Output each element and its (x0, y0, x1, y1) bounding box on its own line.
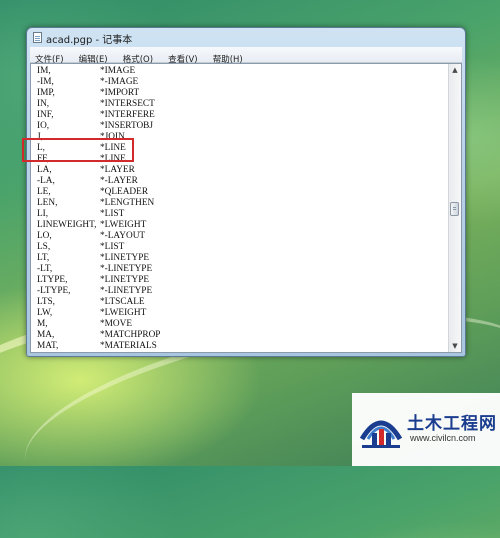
text-line: MA, *MATCHPROP (34, 330, 447, 341)
command-alias: *LINETYPE (100, 275, 150, 285)
watermark-url: www.civilcn.com (410, 433, 476, 443)
notepad-window: acad.pgp - 记事本 文件(F) 编辑(E) 格式(O) 查看(V) 帮… (26, 27, 466, 357)
notepad-app-icon[interactable] (33, 32, 42, 43)
command-alias: *LAYER (100, 165, 135, 175)
vertical-scrollbar[interactable]: ▲ ▼ (448, 64, 461, 352)
command-name: IO, (37, 121, 50, 131)
watermark-name: 土木工程网 (407, 414, 497, 434)
text-line: LO, *-LAYOUT (34, 231, 447, 242)
text-line: J, *JOIN (34, 132, 447, 143)
command-name: LS, (37, 242, 51, 252)
command-alias: *LINE (100, 154, 126, 164)
command-name: LT, (37, 253, 50, 263)
text-line: LTS, *LTSCALE (34, 297, 447, 308)
command-alias: *LTSCALE (100, 297, 145, 307)
command-name: J, (37, 132, 43, 142)
command-name: LE, (37, 187, 51, 197)
command-alias: *LIST (100, 242, 125, 252)
text-line: M, *MOVE (34, 319, 447, 330)
command-alias: *LIST (100, 209, 125, 219)
site-watermark: 土木工程网 www.civilcn.com (352, 393, 500, 466)
text-line: LA, *LAYER (34, 165, 447, 176)
command-name: FF, (37, 154, 49, 164)
command-alias: *JOIN (100, 132, 125, 142)
text-line: LTYPE, *LINETYPE (34, 275, 447, 286)
command-alias: *LINETYPE (100, 253, 150, 263)
text-line: LW, *LWEIGHT (34, 308, 447, 319)
text-line: LT, *LINETYPE (34, 253, 447, 264)
scroll-thumb[interactable] (450, 202, 459, 216)
text-editor[interactable]: IM, *IMAGE -IM, *-IMAGE IMP, *IMPORT IN, *INTER… (30, 63, 462, 353)
command-name: -LTYPE, (37, 286, 71, 296)
command-name: -LT, (37, 264, 53, 274)
text-line: -LTYPE, *-LINETYPE (34, 286, 447, 297)
text-line: LINEWEIGHT, *LWEIGHT (34, 220, 447, 231)
civilcn-logo-icon (359, 420, 403, 448)
menu-bar: 文件(F) 编辑(E) 格式(O) 查看(V) 帮助(H) (30, 47, 462, 65)
command-alias: *-LAYER (100, 176, 138, 186)
command-alias: *LWEIGHT (100, 308, 147, 318)
text-line: LS, *LIST (34, 242, 447, 253)
command-alias: *LWEIGHT (100, 220, 147, 230)
command-name: LTS, (37, 297, 55, 307)
command-name: MA, (37, 330, 55, 340)
command-name: LTYPE, (37, 275, 68, 285)
command-name: IMP, (37, 88, 55, 98)
command-alias: *INTERSECT (100, 99, 155, 109)
command-alias: *-LINETYPE (100, 264, 153, 274)
command-alias: *MATCHPROP (100, 330, 161, 340)
scroll-up-arrow-icon[interactable]: ▲ (449, 64, 461, 76)
text-line: IMP, *IMPORT (34, 88, 447, 99)
command-alias: *QLEADER (100, 187, 149, 197)
command-name: MAT, (37, 341, 59, 351)
command-name: LEN, (37, 198, 58, 208)
command-alias: *INTERFERE (100, 110, 155, 120)
command-name: LW, (37, 308, 53, 318)
title-bar[interactable]: acad.pgp - 记事本 (27, 28, 465, 46)
command-alias: *LINE (100, 143, 126, 153)
command-name: LA, (37, 165, 52, 175)
command-name: LINEWEIGHT, (37, 220, 97, 230)
text-line: MAT, *MATERIALS (34, 341, 447, 352)
text-line: LE, *QLEADER (34, 187, 447, 198)
command-alias: *-LINETYPE (100, 286, 153, 296)
text-line: IO, *INSERTOBJ (34, 121, 447, 132)
command-name: INF, (37, 110, 54, 120)
text-line: -LA, *-LAYER (34, 176, 447, 187)
command-alias: *LENGTHEN (100, 198, 155, 208)
command-name: IM, (37, 66, 51, 76)
command-alias: *IMAGE (100, 66, 136, 76)
command-alias: *MOVE (100, 319, 133, 329)
text-line: IN, *INTERSECT (34, 99, 447, 110)
text-line: IM, *IMAGE (34, 66, 447, 77)
command-alias: *-LAYOUT (100, 231, 146, 241)
command-name: LI, (37, 209, 49, 219)
command-name: L, (37, 143, 46, 153)
window-title: acad.pgp - 记事本 (46, 35, 133, 46)
command-name: M, (37, 319, 48, 329)
command-name: LO, (37, 231, 52, 241)
text-line: -LT, *-LINETYPE (34, 264, 447, 275)
command-alias: *MATERIALS (100, 341, 157, 351)
command-name: -LA, (37, 176, 55, 186)
text-line: INF, *INTERFERE (34, 110, 447, 121)
text-line: LI, *LIST (34, 209, 447, 220)
scroll-down-arrow-icon[interactable]: ▼ (449, 340, 461, 352)
text-line: FF, *LINE (34, 154, 447, 165)
text-line: -IM, *-IMAGE (34, 77, 447, 88)
text-line: LEN, *LENGTHEN (34, 198, 447, 209)
text-line: L, *LINE (34, 143, 447, 154)
command-alias: *IMPORT (100, 88, 140, 98)
command-alias: *INSERTOBJ (100, 121, 153, 131)
command-name: -IM, (37, 77, 54, 87)
command-alias: *-IMAGE (100, 77, 139, 87)
command-name: IN, (37, 99, 50, 109)
document-text[interactable]: IM, *IMAGE -IM, *-IMAGE IMP, *IMPORT IN, *INTER… (34, 66, 447, 352)
